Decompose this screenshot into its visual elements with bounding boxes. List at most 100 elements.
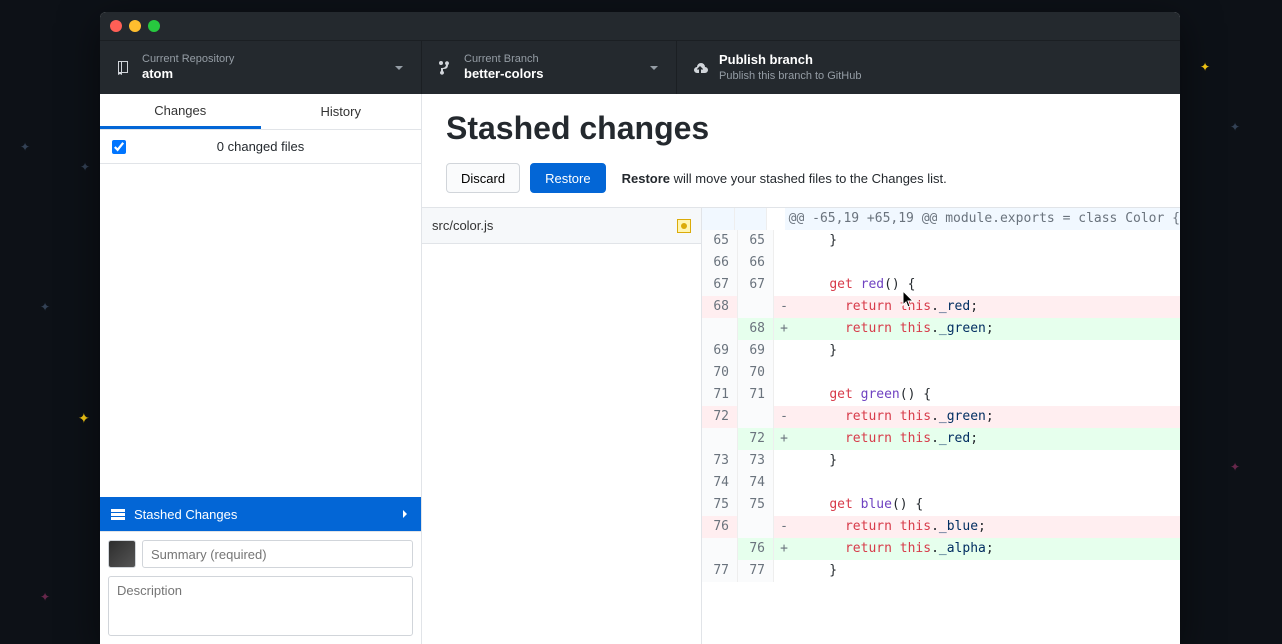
modified-badge-icon [677, 219, 691, 233]
publish-branch[interactable]: Publish branch Publish this branch to Gi… [677, 41, 1180, 94]
diff-code [794, 362, 1180, 384]
diff-line: 6969 } [702, 340, 1180, 362]
line-number-old: 67 [702, 274, 738, 296]
file-item[interactable]: src/color.js [422, 208, 701, 244]
sparkle-icon: ✦ [1200, 60, 1210, 74]
line-number-new [738, 406, 774, 428]
diff-line: 68+ return this._green; [702, 318, 1180, 340]
diff-marker [774, 384, 794, 406]
sidebar: Changes History 0 changed files Stashed … [100, 94, 422, 644]
select-all-checkbox[interactable] [112, 140, 126, 154]
diff-marker [774, 340, 794, 362]
line-number-old: 65 [702, 230, 738, 252]
line-number-old: 66 [702, 252, 738, 274]
line-number-new: 77 [738, 560, 774, 582]
line-number-old: 70 [702, 362, 738, 384]
diff-line: 7373 } [702, 450, 1180, 472]
diff-line: 7474 [702, 472, 1180, 494]
branch-label: Current Branch [464, 52, 638, 66]
line-number-new: 66 [738, 252, 774, 274]
main-panel: Stashed changes Discard Restore Restore … [422, 94, 1180, 644]
line-number-old [702, 538, 738, 560]
stashed-changes-bar[interactable]: Stashed Changes [100, 497, 421, 531]
stash-icon [110, 506, 126, 522]
page-title: Stashed changes [446, 110, 1156, 147]
close-icon[interactable] [110, 20, 122, 32]
line-number-new: 75 [738, 494, 774, 516]
diff-marker [774, 472, 794, 494]
diff-marker [774, 274, 794, 296]
cloud-upload-icon [693, 60, 709, 76]
diff-code: return this._blue; [794, 516, 1180, 538]
diff-hunk-header: @@ -65,19 +65,19 @@ module.exports = cla… [702, 208, 1180, 230]
line-number-old: 76 [702, 516, 738, 538]
diff-line: 72 - return this._green; [702, 406, 1180, 428]
diff-marker: - [774, 516, 794, 538]
line-number-old [702, 428, 738, 450]
line-number-old: 75 [702, 494, 738, 516]
changes-list [100, 164, 421, 497]
line-number-new: 70 [738, 362, 774, 384]
diff-code: return this._red; [794, 428, 1180, 450]
changes-count: 0 changed files [217, 139, 304, 154]
diff-line: 6565 } [702, 230, 1180, 252]
line-number-new [738, 296, 774, 318]
maximize-icon[interactable] [148, 20, 160, 32]
diff-code: } [794, 560, 1180, 582]
line-number-new: 68 [738, 318, 774, 340]
commit-form [100, 531, 421, 644]
avatar [108, 540, 136, 568]
diff-code: return this._green; [794, 406, 1180, 428]
repo-icon [116, 60, 132, 76]
diff-marker [774, 450, 794, 472]
line-number-old: 68 [702, 296, 738, 318]
diff-line: 6666 [702, 252, 1180, 274]
restore-button[interactable]: Restore [530, 163, 606, 193]
line-number-new [738, 516, 774, 538]
line-number-new: 71 [738, 384, 774, 406]
minimize-icon[interactable] [129, 20, 141, 32]
diff-line: 6767 get red() { [702, 274, 1180, 296]
chevron-down-icon [393, 62, 405, 74]
line-number-old: 74 [702, 472, 738, 494]
file-list: src/color.js [422, 208, 702, 644]
description-input[interactable] [108, 576, 413, 636]
diff-marker [774, 252, 794, 274]
line-number-old: 72 [702, 406, 738, 428]
titlebar [100, 12, 1180, 40]
branch-value: better-colors [464, 66, 638, 83]
diff-marker: - [774, 406, 794, 428]
tab-history[interactable]: History [261, 94, 422, 129]
line-number-old: 77 [702, 560, 738, 582]
app-window: Current Repository atom Current Branch b… [100, 12, 1180, 644]
changes-header: 0 changed files [100, 130, 421, 164]
diff-view[interactable]: @@ -65,19 +65,19 @@ module.exports = cla… [702, 208, 1180, 644]
tab-changes[interactable]: Changes [100, 94, 261, 129]
diff-line: 7777 } [702, 560, 1180, 582]
diff-marker: + [774, 428, 794, 450]
line-number-old: 69 [702, 340, 738, 362]
sparkle-icon: ✦ [80, 160, 90, 174]
toolbar: Current Repository atom Current Branch b… [100, 40, 1180, 94]
sparkle-icon: ✦ [78, 410, 90, 427]
stashed-label: Stashed Changes [134, 507, 237, 522]
discard-button[interactable]: Discard [446, 163, 520, 193]
sparkle-icon: ✦ [20, 140, 30, 154]
summary-input[interactable] [142, 540, 413, 568]
file-path: src/color.js [432, 218, 493, 233]
sparkle-icon: ✦ [40, 300, 50, 314]
diff-code [794, 252, 1180, 274]
diff-code: return this._green; [794, 318, 1180, 340]
line-number-new: 73 [738, 450, 774, 472]
line-number-new: 67 [738, 274, 774, 296]
diff-code: return this._alpha; [794, 538, 1180, 560]
repo-value: atom [142, 66, 383, 83]
diff-line: 72+ return this._red; [702, 428, 1180, 450]
repo-label: Current Repository [142, 52, 383, 66]
cursor-icon [902, 290, 916, 308]
diff-marker [774, 494, 794, 516]
diff-code: return this._red; [794, 296, 1180, 318]
repository-selector[interactable]: Current Repository atom [100, 41, 422, 94]
chevron-down-icon [648, 62, 660, 74]
branch-selector[interactable]: Current Branch better-colors [422, 41, 677, 94]
